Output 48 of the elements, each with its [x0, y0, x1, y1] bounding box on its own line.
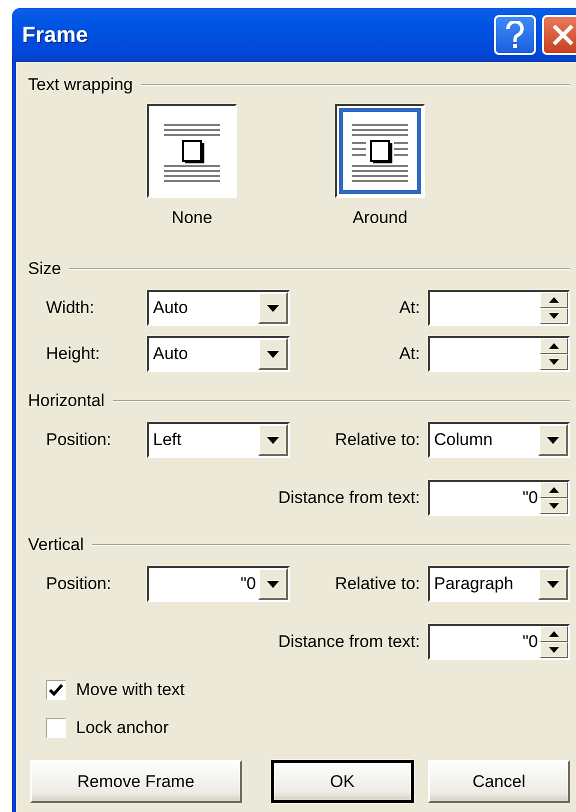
window-title: Frame [22, 22, 90, 48]
dropdown[interactable]: Auto [147, 336, 290, 372]
spin-field[interactable]: "0 [428, 624, 570, 660]
checkbox-label: Move with text [76, 680, 185, 700]
dropdown[interactable]: Column [428, 422, 570, 458]
section-heading: Size [28, 259, 62, 279]
checkbox[interactable] [46, 680, 66, 700]
section-heading: Vertical [28, 535, 84, 555]
section-heading: Text wrapping [28, 75, 133, 95]
checkbox[interactable] [46, 718, 66, 738]
spin-down-icon[interactable] [540, 354, 568, 370]
spin-up-icon[interactable] [540, 626, 568, 642]
spin-down-icon[interactable] [540, 498, 568, 514]
field-label: Position: [46, 574, 112, 594]
help-button[interactable] [494, 15, 536, 55]
field-label: Distance from text: [278, 632, 421, 652]
field-label: At: [399, 344, 421, 364]
dialog-button[interactable]: Remove Frame [30, 760, 242, 803]
spin-field[interactable] [428, 336, 570, 372]
dropdown[interactable]: Paragraph [428, 566, 570, 602]
dropdown[interactable]: Auto [147, 290, 290, 326]
field-label: Position: [46, 430, 112, 450]
field-label: Distance from text: [278, 488, 421, 508]
help-icon [505, 21, 525, 49]
checkbox-label: Lock anchor [76, 718, 169, 738]
dialog-button[interactable]: OK [270, 760, 414, 803]
field-label: At: [399, 298, 421, 318]
spin-field[interactable] [428, 290, 570, 326]
dropdown[interactable]: Left [147, 422, 290, 458]
wrap-option-label: None [170, 208, 214, 228]
close-button[interactable] [542, 15, 576, 55]
close-icon [551, 23, 575, 47]
spin-up-icon[interactable] [540, 338, 568, 354]
spin-up-icon[interactable] [540, 292, 568, 308]
spin-down-icon[interactable] [540, 642, 568, 658]
field-label: Width: [46, 298, 94, 318]
wrap-option[interactable] [147, 104, 237, 198]
wrap-option-label: Around [352, 208, 408, 228]
field-label: Relative to: [334, 430, 421, 450]
wrap-option[interactable] [335, 104, 425, 198]
field-label: Relative to: [334, 574, 421, 594]
spin-field[interactable]: "0 [428, 480, 570, 516]
dropdown[interactable]: "0 [147, 566, 290, 602]
spin-down-icon[interactable] [540, 308, 568, 324]
dialog-button[interactable]: Cancel [428, 760, 570, 803]
spin-up-icon[interactable] [540, 482, 568, 498]
field-label: Height: [46, 344, 100, 364]
section-heading: Horizontal [28, 391, 105, 411]
